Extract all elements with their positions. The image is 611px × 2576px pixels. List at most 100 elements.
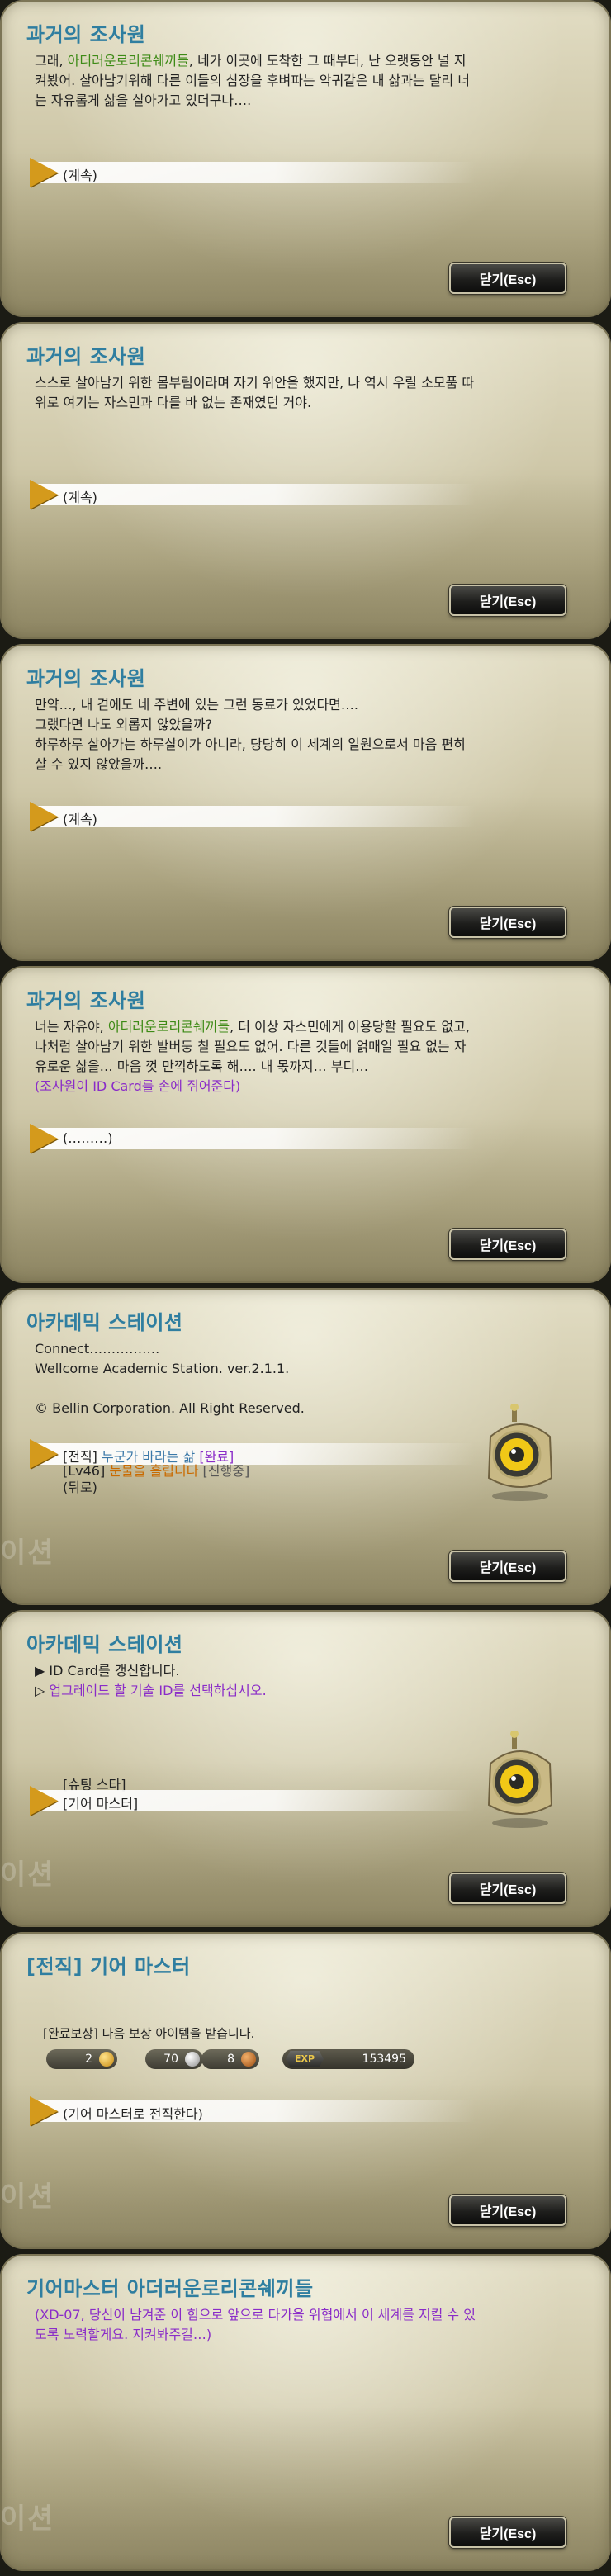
background-watermark-text: 이션 xyxy=(0,2181,55,2214)
player-name: 아더러운로리콘쉐끼들 xyxy=(67,53,189,69)
dialog-line: ▶ ID Card를 갱신합니다. xyxy=(35,1661,571,1681)
dialog-text: 그래, xyxy=(35,53,68,69)
narration-text: (조사원이 ID Card를 손에 쥐어준다) xyxy=(35,1078,241,1094)
dialog-text: Connect……………. xyxy=(35,1341,160,1357)
dialog-body: 만약…, 내 곁에도 네 주변에 있는 그런 동료가 있었다면…. 그랬다면 나도… xyxy=(35,695,571,774)
dialog-text: , 네가 이곳에 도착한 그 때부터, 난 오랫동안 널 지 xyxy=(188,53,467,69)
close-button[interactable]: 닫기(Esc) xyxy=(449,585,566,616)
dialog-line: 나처럼 살아남기 위한 발버둥 칠 필요도 없어. 다른 것들에 얽매일 필요 … xyxy=(35,1037,571,1057)
dialog-choice[interactable]: [슈팅 스타] xyxy=(30,1773,476,1792)
reward-gold-amount: 2 xyxy=(85,2053,92,2066)
dialog-line: (조사원이 ID Card를 손에 쥐어준다) xyxy=(35,1077,571,1096)
dialog-window: 이션 아카데믹 스테이션 ▶ ID Card를 갱신합니다. ▷ 업그레이드 할 기술… xyxy=(0,1610,611,1927)
dialog-choice[interactable]: (계속) xyxy=(30,158,476,187)
dialog-body: ▶ ID Card를 갱신합니다. ▷ 업그레이드 할 기술 ID를 선택하십시오… xyxy=(35,1661,571,1701)
dialog-text: ▶ ID Card를 갱신합니다. xyxy=(35,1663,180,1679)
close-button[interactable]: 닫기(Esc) xyxy=(449,1873,566,1904)
selection-arrow-icon xyxy=(30,2096,58,2126)
dialog-line: Connect……………. xyxy=(35,1339,571,1359)
dialog-body: (XD-07, 당신이 남겨준 이 힘으로 앞으로 다가올 위협에서 이 세계를… xyxy=(35,2305,571,2345)
close-button[interactable]: 닫기(Esc) xyxy=(449,263,566,294)
dialog-text: 유로운 삶을… 마음 껏 만끽하도록 해…. 내 몫까지… 부디… xyxy=(35,1058,369,1074)
dialog-line: 켜봤어. 살아남기위해 다른 이들의 심장을 후벼파는 악귀같은 내 삶과는 달… xyxy=(35,71,571,91)
dialog-line: 도록 노력할게요. 지켜봐주길…) xyxy=(35,2325,571,2345)
choice-label: (계속) xyxy=(63,168,97,183)
dialog-title: [전직] 기어 마스터 xyxy=(26,1955,191,1978)
choice-label: (뒤로) xyxy=(63,1480,97,1495)
close-button[interactable]: 닫기(Esc) xyxy=(449,2195,566,2226)
dialog-body: 너는 자유야, 아더러운로리콘쉐끼들, 더 이상 자스민에게 이용당할 필요도 … xyxy=(35,1017,571,1096)
dialog-title: 아카데믹 스테이션 xyxy=(26,1633,183,1656)
dialog-body: 그래, 아더러운로리콘쉐끼들, 네가 이곳에 도착한 그 때부터, 난 오랫동안… xyxy=(35,51,571,111)
dialog-text: 하루하루 살아가는 하루살이가 아니라, 당당히 이 세계의 일원으로서 마음 … xyxy=(35,736,466,752)
selection-arrow-icon xyxy=(30,480,58,509)
reward-exp-slot: EXP 153495 xyxy=(282,2049,414,2069)
selection-arrow-icon xyxy=(30,1786,58,1816)
dialog-line: Wellcome Academic Station. ver.2.1.1. xyxy=(35,1359,571,1379)
dialog-text: 스스로 살아남기 위한 몸부림이라며 자기 위안을 했지만, 나 역시 우릴 소… xyxy=(35,375,475,391)
reward-exp-amount: 153495 xyxy=(362,2053,406,2066)
reward-gold-slot: 2 xyxy=(46,2049,117,2069)
close-button[interactable]: 닫기(Esc) xyxy=(449,2517,566,2548)
dialog-choice[interactable]: (계속) xyxy=(30,480,476,509)
reward-copper-amount: 8 xyxy=(227,2053,234,2066)
dialog-title: 과거의 조사원 xyxy=(26,989,146,1012)
dialog-text: Wellcome Academic Station. ver.2.1.1. xyxy=(35,1361,290,1376)
dialog-text: 나처럼 살아남기 위한 발버둥 칠 필요도 없어. 다른 것들에 얽매일 필요 … xyxy=(35,1039,467,1054)
dialog-window: 이션 [전직] 기어 마스터 [완료보상] 다음 보상 아이템을 받습니다. 2 70 8… xyxy=(0,1932,611,2249)
dialog-choice[interactable]: (기어 마스터로 전직한다) xyxy=(30,2096,476,2126)
dialog-window: 과거의 조사원스스로 살아남기 위한 몸부림이라며 자기 위안을 했지만, 나 … xyxy=(0,322,611,639)
selection-arrow-icon xyxy=(30,158,58,187)
dialog-text: © Bellin Corporation. All Right Reserved… xyxy=(35,1400,305,1416)
reward-header-text: [완료보상] 다음 보상 아이템을 받습니다. xyxy=(43,2026,255,2041)
robot-npc-icon xyxy=(479,1730,561,1830)
silver-coin-icon xyxy=(185,2052,200,2067)
narration-text: 도록 노력할게요. 지켜봐주길…) xyxy=(35,2327,212,2342)
dialog-line: 그래, 아더러운로리콘쉐끼들, 네가 이곳에 도착한 그 때부터, 난 오랫동안… xyxy=(35,51,571,71)
dialog-line: 유로운 삶을… 마음 껏 만끽하도록 해…. 내 몫까지… 부디… xyxy=(35,1057,571,1077)
reward-silver-slot: 70 xyxy=(145,2049,203,2069)
reward-copper-slot: 8 xyxy=(201,2049,259,2069)
dialog-line: (XD-07, 당신이 남겨준 이 힘으로 앞으로 다가올 위협에서 이 세계를… xyxy=(35,2305,571,2325)
dialog-choice[interactable]: [기어 마스터] xyxy=(30,1786,476,1816)
close-button[interactable]: 닫기(Esc) xyxy=(449,907,566,938)
dialog-text: , 더 이상 자스민에게 이용당할 필요도 없고, xyxy=(230,1019,470,1035)
choice-label: (기어 마스터로 전직한다) xyxy=(63,2106,203,2122)
dialog-line: 는 자유롭게 삶을 살아가고 있더구나…. xyxy=(35,91,571,111)
dialog-line: 그랬다면 나도 외롭지 않았을까? xyxy=(35,715,571,735)
dialog-window: 이션 기어마스터 아더러운로리콘쉐끼들 (XD-07, 당신이 남겨준 이 힘으로 … xyxy=(0,2254,611,2571)
background-watermark-text: 이션 xyxy=(0,1859,55,1892)
dialog-title: 과거의 조사원 xyxy=(26,23,146,46)
dialog-body: 스스로 살아남기 위한 몸부림이라며 자기 위안을 했지만, 나 역시 우릴 소… xyxy=(35,373,571,413)
close-button[interactable]: 닫기(Esc) xyxy=(449,1229,566,1260)
dialog-line: 스스로 살아남기 위한 몸부림이라며 자기 위안을 했지만, 나 역시 우릴 소… xyxy=(35,373,571,393)
dialog-choice[interactable]: (뒤로) xyxy=(30,1476,476,1495)
close-button[interactable]: 닫기(Esc) xyxy=(449,1551,566,1582)
dialog-line: ▷ 업그레이드 할 기술 ID를 선택하십시오. xyxy=(35,1681,571,1701)
reward-silver-amount: 70 xyxy=(163,2053,178,2066)
dialog-line: 위로 여기는 자스민과 다를 바 없는 존재였던 거야. xyxy=(35,393,571,413)
dialog-choice[interactable]: (………) xyxy=(30,1124,476,1153)
dialog-choice[interactable]: (계속) xyxy=(30,802,476,831)
copper-coin-icon xyxy=(241,2052,256,2067)
dialog-title: 아카데믹 스테이션 xyxy=(26,1311,183,1334)
reward-header: [완료보상] 다음 보상 아이템을 받습니다. xyxy=(43,2024,254,2042)
dialog-window: 과거의 조사원그래, 아더러운로리콘쉐끼들, 네가 이곳에 도착한 그 때부터,… xyxy=(0,0,611,317)
player-name: 아더러운로리콘쉐끼들 xyxy=(107,1019,230,1035)
dialog-title: 과거의 조사원 xyxy=(26,345,146,368)
dialog-line: 만약…, 내 곁에도 네 주변에 있는 그런 동료가 있었다면…. xyxy=(35,695,571,715)
dialog-choice[interactable]: [Lv46] 눈물을 흘립니다 [진행중] xyxy=(30,1460,476,1479)
dialog-line: 살 수 있지 않았을까…. xyxy=(35,755,571,774)
gold-coin-icon xyxy=(99,2052,114,2067)
narration-text: 업그레이드 할 기술 ID를 선택하십시오. xyxy=(49,1683,267,1698)
dialog-text: 그랬다면 나도 외롭지 않았을까? xyxy=(35,717,213,732)
background-watermark-text: 이션 xyxy=(0,2503,55,2536)
robot-npc-icon xyxy=(479,1403,561,1503)
dialog-window: 과거의 조사원너는 자유야, 아더러운로리콘쉐끼들, 더 이상 자스민에게 이용… xyxy=(0,966,611,1283)
dialog-line: 하루하루 살아가는 하루살이가 아니라, 당당히 이 세계의 일원으로서 마음 … xyxy=(35,735,571,755)
selection-arrow-icon xyxy=(30,802,58,831)
dialog-window: 이션 아카데믹 스테이션 Connect……………. Wellcome Academi… xyxy=(0,1288,611,1605)
selection-arrow-icon xyxy=(30,1124,58,1153)
dialog-text: 위로 여기는 자스민과 다를 바 없는 존재였던 거야. xyxy=(35,395,312,410)
choice-label: (………) xyxy=(63,1130,113,1146)
